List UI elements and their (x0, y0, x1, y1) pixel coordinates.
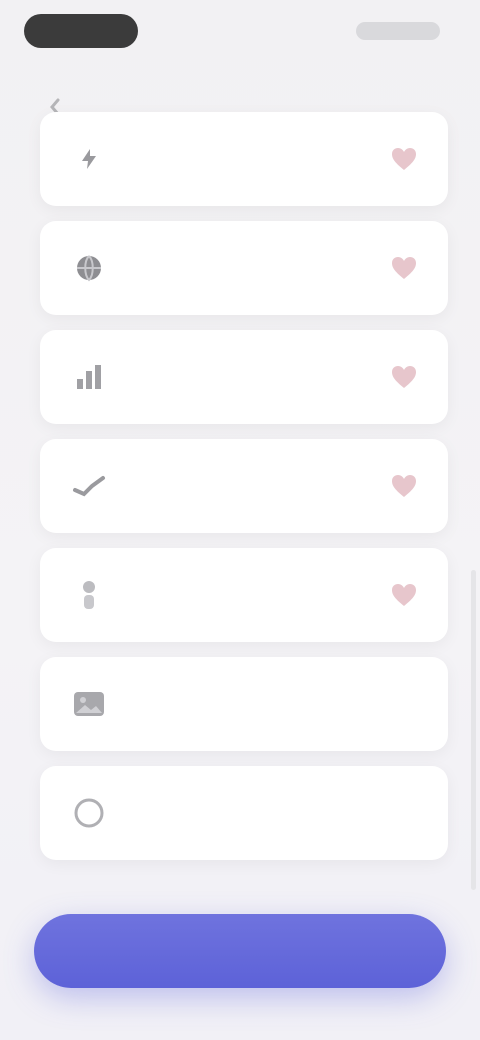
status-pill (24, 14, 138, 48)
heart-icon[interactable] (388, 579, 420, 611)
list-item[interactable] (40, 548, 448, 642)
heart-icon[interactable] (388, 143, 420, 175)
heart-icon[interactable] (388, 252, 420, 284)
circle-icon (70, 794, 108, 832)
status-bar (0, 0, 480, 70)
user-icon (70, 576, 108, 614)
status-right (356, 22, 440, 40)
bolt-icon (70, 140, 108, 178)
list-item[interactable] (40, 766, 448, 860)
globe-icon (70, 249, 108, 287)
list-item[interactable] (40, 112, 448, 206)
primary-button[interactable] (34, 914, 446, 988)
list-item[interactable] (40, 657, 448, 751)
list-item[interactable] (40, 221, 448, 315)
trend-icon (70, 467, 108, 505)
scrollbar[interactable] (471, 570, 476, 890)
list-item[interactable] (40, 439, 448, 533)
heart-icon[interactable] (388, 361, 420, 393)
feature-list (40, 112, 448, 875)
list-item[interactable] (40, 330, 448, 424)
heart-icon[interactable] (388, 470, 420, 502)
image-icon (70, 685, 108, 723)
chart-icon (70, 358, 108, 396)
